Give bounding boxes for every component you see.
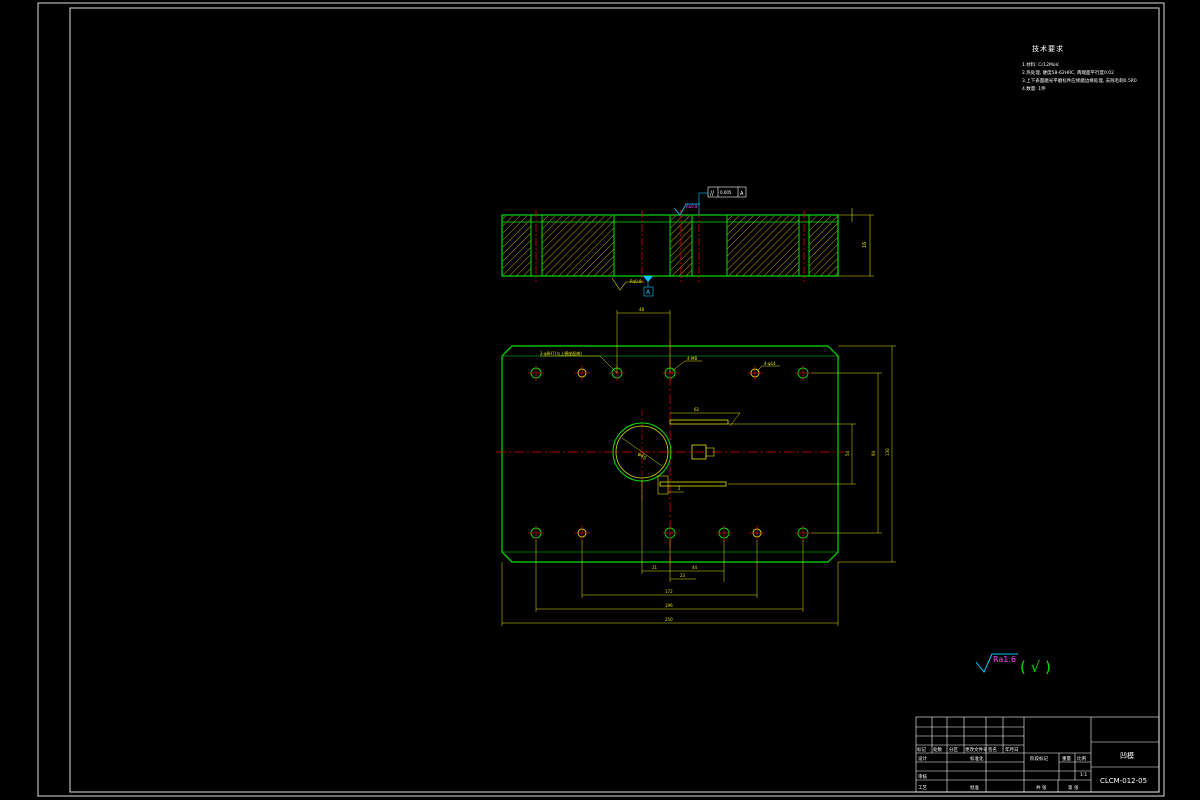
surface-rest-label: ( √ ): [1020, 658, 1051, 676]
tb-approve: 批准: [970, 784, 979, 791]
tb-header-sign: 签名: [988, 746, 997, 753]
tb-part-name: 凹模: [1120, 751, 1134, 760]
roughness-top-label: Ra0.8: [686, 204, 698, 209]
bore-dim: φ45: [636, 451, 647, 461]
tb-drawing-no: CLCM-012-05: [1100, 777, 1147, 785]
tb-scale-value: 1:1: [1080, 772, 1087, 778]
datum-label: A: [646, 289, 651, 296]
dim-bottom-5: 196: [665, 603, 673, 608]
inner-border: [69, 7, 1160, 793]
section-view: 16 Ra0.8 // 0.005 A Ra0.8 A: [501, 186, 874, 297]
tb-header-zone: 分区: [949, 746, 958, 753]
tb-row-process: 工艺: [918, 785, 927, 791]
dim-small: 2: [678, 486, 681, 491]
tech-req-title: 技术要求: [1032, 45, 1064, 53]
tech-req-line-3: 3.上下表面磨光平磨标件应修磨边缘处理, 去除毛刺0.5R0: [1022, 79, 1137, 84]
tb-header-date: 年月日: [1005, 746, 1019, 753]
tech-req-line-2: 2.热处理, 硬度58-62HRC, 两端面平行度0.02: [1022, 71, 1115, 76]
dim-right-1: 54: [845, 450, 850, 456]
hole-label-counterbore: 4-φ14: [764, 361, 776, 366]
cad-drawing-canvas: 16 Ra0.8 // 0.005 A Ra0.8 A φ45 2-φ8H7(与…: [37, 2, 1165, 797]
tb-sheet: 第 张: [1068, 784, 1079, 791]
dim-right-2: 94: [871, 450, 876, 456]
surface-finish-note: Ra1.6 ( √ ): [975, 653, 1051, 676]
thickness-dim: 16: [862, 242, 868, 248]
tech-req-line-1: 1.材料: Cr12MoV.: [1022, 63, 1060, 68]
tb-row-design: 设计: [918, 755, 927, 762]
tb-header-change: 更改文件号: [965, 746, 988, 753]
parallelism-datum: A: [740, 191, 744, 197]
outer-border: [37, 2, 1165, 797]
dim-bottom-6: 250: [665, 617, 673, 622]
dim-bottom-1: 21: [652, 565, 658, 570]
technical-requirements: 技术要求 1.材料: Cr12MoV. 2.热处理, 硬度58-62HRC, 两…: [1022, 44, 1137, 94]
roughness-bottom-label: Ra0.8: [630, 279, 642, 284]
dim-slot: 62: [694, 407, 700, 412]
dim-bottom-2: 23: [680, 573, 686, 578]
plan-view: φ45 2-φ8H7(与上模座配做) 4-M8 4-φ14 48 62 54 9…: [496, 307, 896, 626]
tech-req-line-4: 4.数量: 1件: [1022, 87, 1046, 92]
tb-scale-label: 比例: [1077, 755, 1086, 762]
tb-header-count: 处数: [933, 746, 942, 753]
tb-row-check: 审核: [918, 773, 927, 780]
tb-header-mark: 标记: [917, 746, 926, 753]
slot-top: [669, 419, 729, 425]
datum-triangle: [643, 276, 653, 282]
dim-top: 48: [639, 307, 645, 312]
tb-stage: 阶段标记: [1030, 755, 1048, 762]
tb-weight: 重量: [1062, 755, 1071, 762]
tb-std: 标准化: [970, 755, 984, 762]
dim-right-3: 130: [885, 448, 890, 456]
surface-roughness-label: Ra1.6: [993, 655, 1016, 664]
hole-label-thread: 4-M8: [687, 356, 697, 361]
dim-bottom-4: 172: [665, 589, 673, 594]
svg-text://: //: [710, 190, 715, 197]
hole-label-dowel: 2-φ8H7(与上模座配做): [540, 350, 582, 356]
parallelism-value: 0.005: [720, 190, 732, 195]
tb-sheets: 共 张: [1036, 784, 1047, 791]
dim-bottom-3: 44: [692, 565, 698, 570]
